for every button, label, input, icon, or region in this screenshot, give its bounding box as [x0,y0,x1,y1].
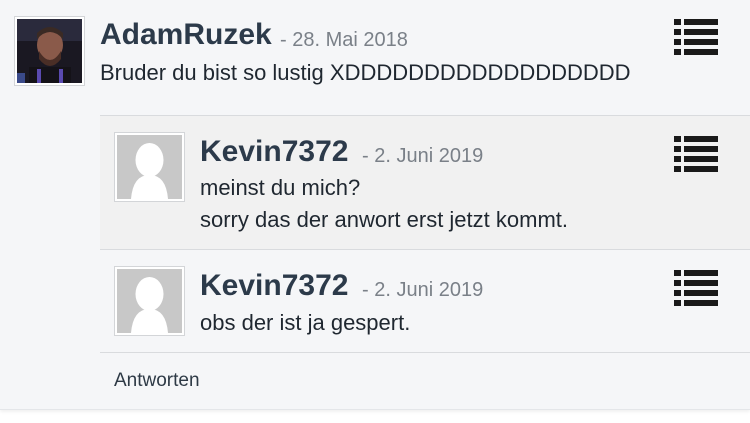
reply-text-line: meinst du mich? [200,175,361,200]
reply-text-line: sorry das der anwort erst jetzt kommt. [200,207,568,232]
list-menu-icon[interactable] [674,19,718,55]
reply-date: - 2. Juni 2019 [362,279,484,301]
list-menu-icon[interactable] [674,136,718,172]
reply-author[interactable]: Kevin7372 [200,134,348,170]
reply-button[interactable]: Antworten [114,368,200,394]
reply-date: - 2. Juni 2019 [362,145,484,167]
list-menu-icon[interactable] [674,270,718,306]
comment-text: Bruder du bist so lustig XDDDDDDDDDDDDDD… [100,60,631,85]
reply-author[interactable]: Kevin7372 [200,268,348,304]
default-user-avatar-icon [117,269,182,333]
reply-text-line: obs der ist ja gespert. [200,310,411,335]
default-user-avatar-icon [117,135,182,199]
avatar[interactable] [114,266,185,336]
reply-item: Kevin7372 - 2. Juni 2019 obs der ist ja … [100,249,750,353]
comment-thread: AdamRuzek - 28. Mai 2018 Bruder du bist … [0,0,750,410]
avatar[interactable] [114,132,185,202]
comment-author[interactable]: AdamRuzek [100,17,272,53]
avatar[interactable] [14,16,85,86]
user-photo [17,19,82,83]
comment-date: - 28. Mai 2018 [280,29,408,51]
reply-item: Kevin7372 - 2. Juni 2019 meinst du mich?… [100,115,750,249]
